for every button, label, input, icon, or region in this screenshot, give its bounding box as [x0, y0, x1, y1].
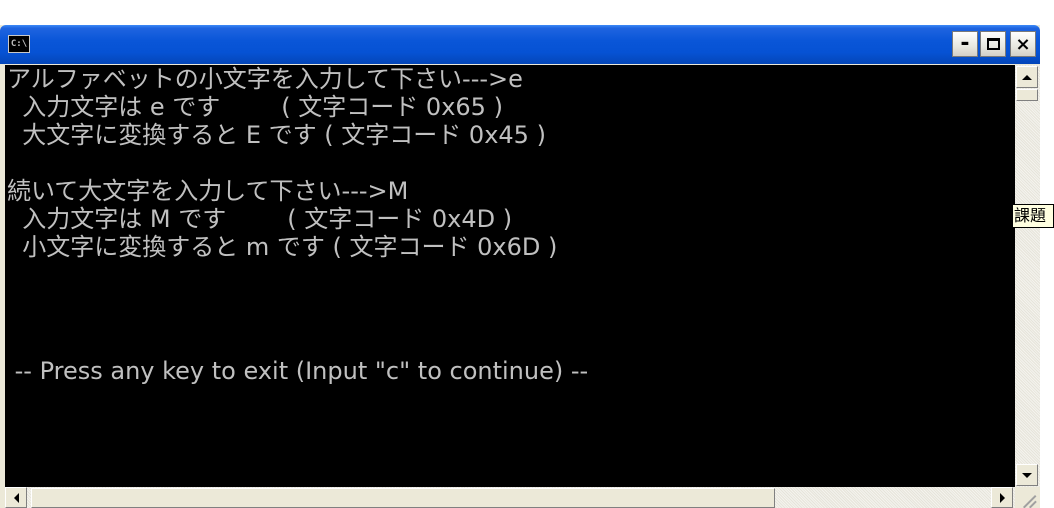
arrow-left-icon	[13, 492, 19, 503]
resize-grip[interactable]	[1015, 487, 1040, 508]
scroll-up-button[interactable]	[1016, 66, 1038, 88]
maximize-button[interactable]	[980, 31, 1006, 57]
console-line: 小文字に変換すると m です ( 文字コード 0x6D )	[7, 233, 558, 261]
console-line: 続いて大文字を入力して下さい--->M	[7, 177, 409, 205]
scroll-down-button[interactable]	[1016, 464, 1038, 486]
arrow-right-icon	[999, 492, 1005, 503]
console-window: C:\ - × アルファベットの小文字を入力して下さい--->e 入力文字は e…	[0, 25, 1040, 508]
title-bar[interactable]: C:\ - ×	[0, 25, 1040, 64]
horizontal-scrollbar[interactable]	[5, 487, 1015, 508]
horizontal-scroll-thumb[interactable]	[31, 488, 775, 508]
console-line: 入力文字は M です ( 文字コード 0x4D )	[7, 205, 513, 233]
console-line: 入力文字は e です ( 文字コード 0x65 )	[7, 93, 503, 121]
console-line: アルファベットの小文字を入力して下さい--->e	[7, 65, 523, 93]
console-line: -- Press any key to exit (Input "c" to c…	[7, 357, 589, 385]
scroll-left-button[interactable]	[5, 487, 27, 508]
vertical-scrollbar[interactable]	[1015, 65, 1040, 487]
console-app-icon[interactable]: C:\	[8, 35, 30, 53]
maximize-icon	[986, 38, 1000, 50]
close-button[interactable]: ×	[1010, 31, 1036, 57]
console-output[interactable]: アルファベットの小文字を入力して下さい--->e 入力文字は e です ( 文字…	[5, 65, 1015, 487]
console-line: 大文字に変換すると E です ( 文字コード 0x45 )	[7, 121, 546, 149]
arrow-down-icon	[1022, 472, 1032, 478]
arrow-up-icon	[1022, 74, 1032, 80]
minimize-button[interactable]: -	[952, 31, 978, 57]
vertical-scroll-thumb[interactable]	[1016, 89, 1038, 101]
tooltip-label: 課題	[1012, 204, 1054, 228]
scroll-right-button[interactable]	[991, 487, 1013, 508]
